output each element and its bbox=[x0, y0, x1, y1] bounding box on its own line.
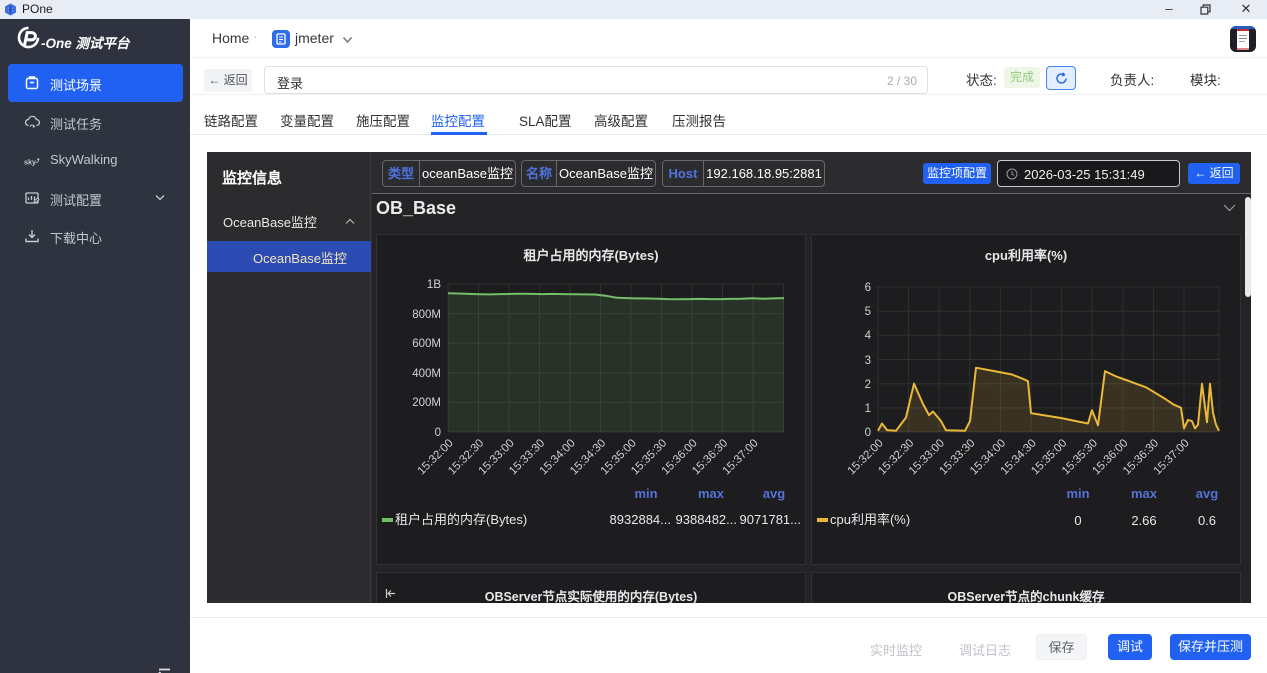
svg-text:5: 5 bbox=[865, 306, 871, 318]
svg-text:800M: 800M bbox=[412, 309, 441, 321]
svg-text:avg: avg bbox=[763, 486, 785, 501]
svg-text:3: 3 bbox=[865, 355, 871, 367]
svg-text:8932884...: 8932884... bbox=[610, 512, 671, 527]
svg-text:1B: 1B bbox=[427, 279, 441, 291]
svg-text:600M: 600M bbox=[412, 338, 441, 350]
svg-text:0.6: 0.6 bbox=[1198, 513, 1216, 528]
svg-text:9388482...: 9388482... bbox=[676, 512, 737, 527]
svg-text:0: 0 bbox=[865, 427, 871, 439]
svg-text:0: 0 bbox=[1074, 513, 1081, 528]
svg-text:min: min bbox=[1066, 486, 1089, 501]
svg-text:sky: sky bbox=[24, 157, 36, 166]
svg-text:max: max bbox=[698, 486, 725, 501]
svg-text:400M: 400M bbox=[412, 368, 441, 380]
svg-text:200M: 200M bbox=[412, 397, 441, 409]
svg-text:2.66: 2.66 bbox=[1131, 513, 1156, 528]
svg-text:max: max bbox=[1131, 486, 1158, 501]
svg-text:cpu利用率(%): cpu利用率(%) bbox=[830, 512, 910, 527]
svg-text:9071781...: 9071781... bbox=[740, 512, 801, 527]
svg-text:0: 0 bbox=[435, 427, 441, 439]
svg-text:租户占用的内存(Bytes): 租户占用的内存(Bytes) bbox=[395, 512, 527, 527]
svg-text:1: 1 bbox=[865, 403, 871, 415]
svg-text:avg: avg bbox=[1196, 486, 1218, 501]
svg-text:6: 6 bbox=[865, 282, 871, 294]
svg-text:2: 2 bbox=[865, 379, 871, 391]
svg-text:min: min bbox=[634, 486, 657, 501]
svg-text:4: 4 bbox=[865, 330, 872, 342]
